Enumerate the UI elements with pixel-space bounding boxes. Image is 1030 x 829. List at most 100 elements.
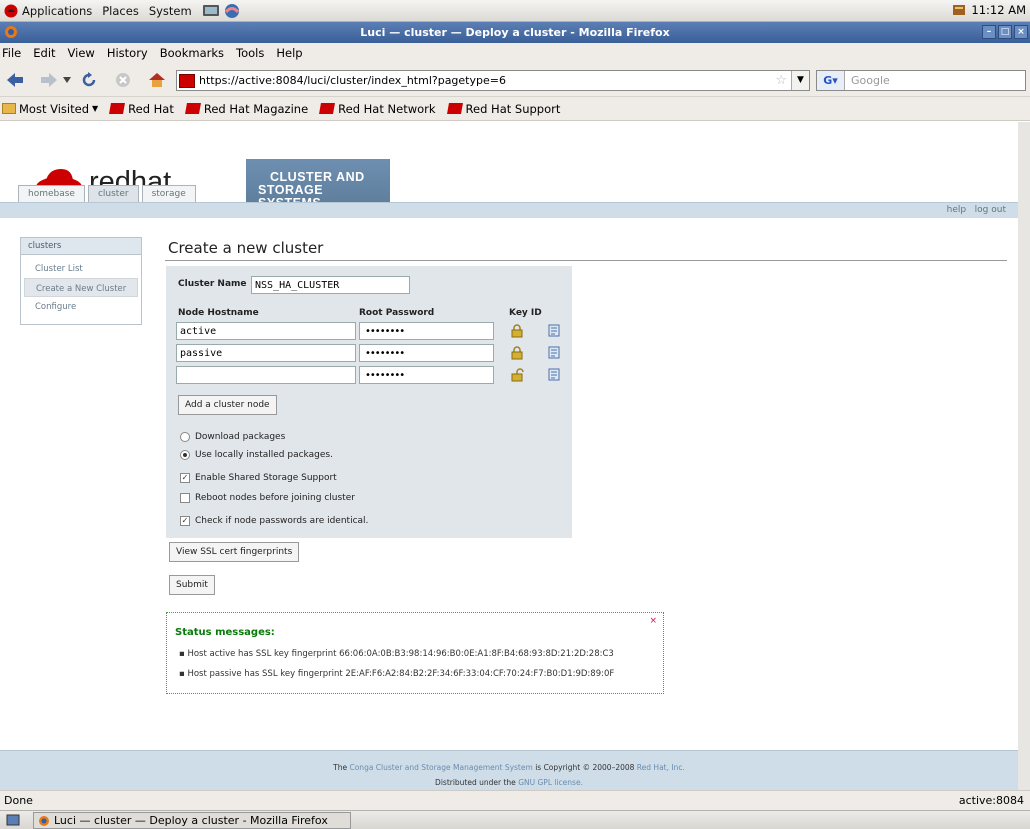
tab-storage[interactable]: storage	[141, 185, 196, 202]
col-keyid-header: Key ID	[509, 308, 542, 318]
menu-bookmarks[interactable]: Bookmarks	[160, 46, 224, 60]
lock-icon[interactable]	[511, 346, 523, 360]
bookmark-label: Red Hat	[128, 101, 174, 116]
update-icon[interactable]	[952, 4, 966, 16]
sidebar-item-create-cluster[interactable]: Create a New Cluster	[24, 278, 138, 297]
lock-icon[interactable]	[511, 324, 523, 338]
redhat-link[interactable]: Red Hat, Inc.	[637, 763, 685, 772]
redhat-icon	[446, 103, 463, 114]
tab-homebase[interactable]: homebase	[18, 185, 85, 202]
url-dropdown[interactable]: ▼	[791, 71, 809, 90]
radio-button-selected[interactable]	[180, 450, 190, 460]
show-desktop-icon[interactable]	[6, 814, 20, 826]
url-bar[interactable]: https://active:8084/luci/cluster/index_h…	[176, 70, 810, 91]
tab-cluster[interactable]: cluster	[87, 185, 139, 202]
history-dropdown[interactable]	[62, 69, 72, 91]
option-label: Download packages	[195, 432, 286, 442]
stop-icon[interactable]	[112, 69, 134, 91]
system-menu[interactable]: System	[149, 4, 192, 18]
use-local-packages-option[interactable]: Use locally installed packages.	[180, 450, 333, 460]
view-ssl-fingerprints-button[interactable]: View SSL cert fingerprints	[169, 542, 300, 562]
launcher-icon[interactable]	[202, 3, 220, 18]
key-id-icon[interactable]	[548, 368, 560, 381]
cluster-storage-banner: CLUSTER AND STORAGE SYSTEMS	[246, 159, 390, 210]
gpl-link[interactable]: GNU GPL license.	[518, 778, 583, 787]
fedora-icon[interactable]	[4, 4, 18, 18]
close-window-button[interactable]: ×	[1014, 25, 1028, 39]
site-favicon	[179, 73, 195, 88]
option-label: Check if node passwords are identical.	[195, 516, 369, 526]
back-button[interactable]	[4, 69, 26, 91]
unlock-icon[interactable]	[511, 368, 524, 382]
help-link[interactable]: help	[947, 205, 966, 215]
node-password-input[interactable]: ••••••••	[359, 366, 494, 384]
bookmark-label: Red Hat Magazine	[203, 101, 309, 116]
places-menu[interactable]: Places	[102, 4, 139, 18]
node-password-input[interactable]: ••••••••	[359, 344, 494, 362]
download-packages-option[interactable]: Download packages	[180, 432, 285, 442]
bookmark-red-hat-support[interactable]: Red Hat Support	[446, 102, 560, 116]
menu-file[interactable]: File	[2, 46, 21, 60]
option-label: Enable Shared Storage Support	[195, 473, 337, 483]
redhat-icon	[109, 103, 126, 114]
page-content: redhat CLUSTER AND STORAGE SYSTEMS homeb…	[0, 122, 1030, 790]
node-hostname-input[interactable]	[176, 366, 356, 384]
shared-storage-checkbox[interactable]: ✓ Enable Shared Storage Support	[180, 473, 337, 483]
footer-text: is Copyright © 2000–2008	[535, 763, 635, 772]
firefox-icon	[4, 25, 18, 39]
maximize-button[interactable]: □	[998, 25, 1012, 39]
search-placeholder: Google	[851, 74, 890, 87]
window-titlebar[interactable]: Luci — cluster — Deploy a cluster - Mozi…	[0, 22, 1030, 43]
window-controls: – □ ×	[982, 25, 1028, 39]
footer-line-2: Distributed under the GNU GPL license.	[0, 775, 1018, 790]
applications-menu[interactable]: Applications	[22, 4, 92, 18]
key-id-icon[interactable]	[548, 346, 560, 359]
logout-link[interactable]: log out	[975, 205, 1006, 215]
check-passwords-checkbox[interactable]: ✓ Check if node passwords are identical.	[180, 516, 368, 526]
browser-status-bar: Done active:8084	[0, 790, 1030, 810]
search-engine-icon[interactable]: G▾	[817, 71, 845, 90]
close-icon[interactable]: ×	[649, 616, 657, 626]
submit-button[interactable]: Submit	[169, 575, 215, 595]
header-links: help log out	[947, 205, 1006, 215]
minimize-button[interactable]: –	[982, 25, 996, 39]
sidebar-item-configure[interactable]: Configure	[21, 297, 141, 316]
node-password-input[interactable]: ••••••••	[359, 322, 494, 340]
col-hostname-header: Node Hostname	[178, 308, 259, 318]
sidebar-item-cluster-list[interactable]: Cluster List	[21, 259, 141, 278]
menu-history[interactable]: History	[107, 46, 148, 60]
clock[interactable]: 11:12 AM	[971, 3, 1026, 17]
bookmark-red-hat[interactable]: Red Hat	[109, 101, 174, 116]
cluster-name-input[interactable]: NSS_HA_CLUSTER	[251, 276, 410, 294]
gnome-top-panel: Applications Places System 11:12 AM	[0, 0, 1030, 22]
folder-icon	[2, 103, 16, 114]
menu-view[interactable]: View	[68, 46, 95, 60]
bookmark-red-hat-magazine[interactable]: Red Hat Magazine	[184, 101, 309, 116]
search-bar[interactable]: G▾ Google	[816, 70, 1026, 91]
key-id-icon[interactable]	[548, 324, 560, 337]
bookmark-most-visited[interactable]: Most Visited ▼	[2, 102, 98, 116]
bookmark-star-icon[interactable]: ☆	[775, 73, 787, 88]
checkbox[interactable]	[180, 493, 190, 503]
menu-tools[interactable]: Tools	[236, 46, 264, 60]
taskbar-window-button[interactable]: Luci — cluster — Deploy a cluster - Mozi…	[33, 812, 351, 829]
radio-button[interactable]	[180, 432, 190, 442]
add-cluster-node-button[interactable]: Add a cluster node	[178, 395, 277, 415]
gnome-taskbar: Luci — cluster — Deploy a cluster - Mozi…	[0, 810, 1030, 829]
conga-link[interactable]: Conga Cluster and Storage Management Sys…	[349, 763, 532, 772]
home-icon[interactable]	[146, 69, 168, 91]
checkbox-checked[interactable]: ✓	[180, 516, 190, 526]
reboot-nodes-checkbox[interactable]: Reboot nodes before joining cluster	[180, 493, 355, 503]
status-message-text: Host active has SSL key fingerprint 66:0…	[187, 649, 614, 659]
reload-icon[interactable]	[78, 69, 100, 91]
navigation-toolbar: https://active:8084/luci/cluster/index_h…	[0, 63, 1030, 97]
menu-help[interactable]: Help	[276, 46, 302, 60]
checkbox-checked[interactable]: ✓	[180, 473, 190, 483]
forward-button[interactable]	[38, 69, 60, 91]
menu-edit[interactable]: Edit	[33, 46, 55, 60]
sidebar: clusters Cluster List Create a New Clust…	[20, 237, 142, 325]
bookmark-red-hat-network[interactable]: Red Hat Network	[319, 102, 436, 116]
node-hostname-input[interactable]: active	[176, 322, 356, 340]
node-hostname-input[interactable]: passive	[176, 344, 356, 362]
browser-launcher-icon[interactable]	[224, 3, 240, 19]
